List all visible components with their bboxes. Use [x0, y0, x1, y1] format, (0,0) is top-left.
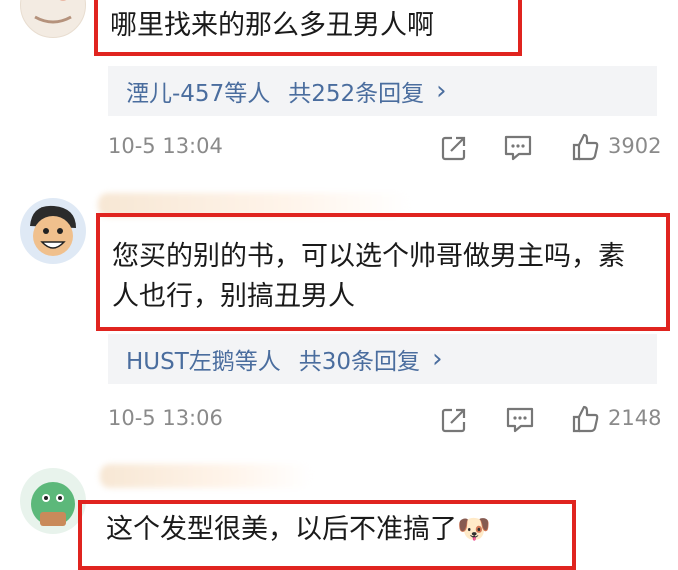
avatar-image: [31, 482, 75, 526]
comment-highlight-box: 哪里找来的那么多丑男人啊: [94, 0, 522, 56]
comment-time: 10-5 13:04: [108, 134, 223, 158]
comment-time: 10-5 13:06: [108, 406, 223, 430]
comment-icon[interactable]: [503, 134, 533, 166]
avatar-image: [34, 0, 72, 24]
comment-text: 这个发型很美，以后不准搞了🐶: [106, 514, 491, 545]
share-icon[interactable]: [440, 134, 468, 166]
avatar-image: [30, 205, 76, 256]
comment-highlight-box: 您买的别的书，可以选个帅哥做男主吗，素人也行，别搞丑男人: [96, 213, 670, 331]
reply-users[interactable]: HUST左鹅等人: [126, 342, 281, 376]
avatar[interactable]: [20, 198, 86, 264]
chevron-right-icon: ›: [436, 76, 447, 106]
like-count: 3902: [608, 134, 662, 158]
reply-summary[interactable]: 湮儿-457等人 共252条回复 ›: [108, 66, 657, 116]
reply-count[interactable]: 共252条回复: [288, 74, 424, 108]
like-count: 2148: [608, 406, 662, 430]
comment-text: 哪里找来的那么多丑男人啊: [110, 10, 434, 41]
username-redacted: [100, 464, 312, 488]
comment-text: 您买的别的书，可以选个帅哥做男主吗，素人也行，别搞丑男人: [112, 241, 625, 312]
reply-summary[interactable]: HUST左鹅等人 共30条回复 ›: [108, 334, 657, 384]
reply-count[interactable]: 共30条回复: [299, 342, 420, 376]
avatar[interactable]: [20, 0, 86, 38]
thumbs-up-icon[interactable]: [570, 132, 600, 166]
share-icon[interactable]: [440, 406, 468, 438]
comment-icon[interactable]: [505, 406, 535, 438]
avatar[interactable]: [20, 468, 86, 534]
reply-users[interactable]: 湮儿-457等人: [126, 74, 270, 108]
thumbs-up-icon[interactable]: [570, 404, 600, 438]
comment-highlight-box: 这个发型很美，以后不准搞了🐶: [78, 500, 576, 570]
chevron-right-icon: ›: [432, 344, 443, 374]
